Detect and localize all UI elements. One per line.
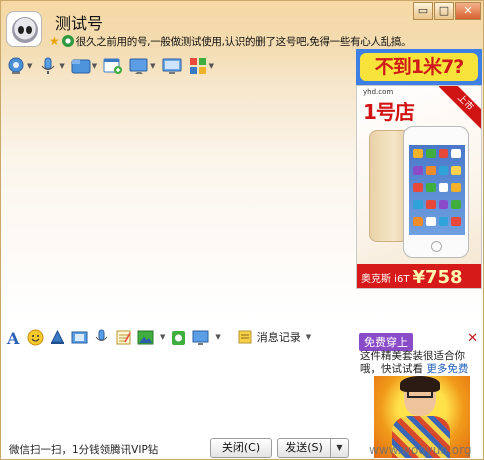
send-button[interactable]: 发送(S) [277, 438, 331, 458]
bottom-bar: 微信扫一扫，1分钱领腾讯VIP钻 关闭(C) 发送(S) ▼ [1, 435, 355, 459]
watermark: www.wooyun.org [369, 443, 472, 457]
vip-star-icon[interactable]: ★ [49, 34, 60, 48]
app-icon [425, 149, 436, 158]
font-icon[interactable]: A [5, 329, 22, 346]
svg-text:A: A [6, 329, 20, 346]
webcam-icon [8, 57, 24, 74]
screen-share-icon [129, 58, 148, 74]
app-icon [413, 166, 423, 175]
maximize-button[interactable]: □ [434, 2, 454, 20]
chat-window: 测试号 ★ 很久之前用的号,一般做测试使用,认识的删了这号吧,免得一些有心人乱搞… [0, 0, 484, 460]
message-history-label: 消息记录 [256, 331, 301, 344]
avatar-eye-right [26, 26, 32, 34]
app-add-button[interactable] [102, 55, 124, 77]
ad-close-icon[interactable]: ✕ [467, 331, 478, 346]
film-icon[interactable] [71, 329, 88, 346]
chat-toolbar: ▼ ▼ ▼ ▼ ▼ [5, 53, 215, 79]
image-icon[interactable] [137, 329, 154, 346]
chevron-down-icon[interactable]: ▼ [160, 333, 165, 341]
screen-capture-icon[interactable] [192, 329, 209, 346]
figure-hair [400, 376, 440, 392]
grid-icon [189, 58, 206, 74]
app-icon [438, 183, 449, 192]
message-history-area[interactable] [2, 83, 354, 325]
ad-model-name: 奥克斯 i6T [361, 273, 410, 285]
app-icon [413, 183, 423, 192]
ad-ribbon: 上市 [438, 86, 481, 130]
ad-description: 这件精美套装很适合你哦，快试试看 更多免费 [360, 350, 480, 376]
app-icon [438, 149, 449, 158]
ad-top-text: 不到1米7? [360, 53, 478, 81]
app-icon [451, 217, 461, 226]
chevron-down-icon[interactable]: ▼ [27, 62, 32, 70]
voice-icon[interactable] [93, 329, 110, 346]
avatar-face [12, 17, 38, 43]
screen-button[interactable] [161, 55, 183, 77]
ad-phone-banner[interactable]: yhd.com 1号店 上市 奥克斯 i6T ¥758 [356, 85, 482, 289]
message-history-button[interactable]: 消息记录 ▼ [238, 329, 311, 345]
close-button[interactable]: 关闭(C) [210, 438, 272, 458]
ad-banner-top[interactable]: 不到1米7? [356, 49, 482, 85]
signature-text: 很久之前用的号,一般做测试使用,认识的删了这号吧,免得一些有心人乱搞。 [75, 35, 412, 48]
gift-icon[interactable] [170, 329, 187, 346]
window-add-icon [103, 58, 123, 74]
app-icon [425, 183, 436, 192]
app-icon [451, 166, 461, 175]
app-icon [451, 200, 461, 209]
ad-bottom-panel[interactable]: 免费穿上 ✕ 这件精美套装很适合你哦，快试试看 更多免费 [356, 330, 482, 459]
app-icon [413, 149, 423, 158]
input-toolbar: A ▼ ▼ 消息记录 ▼ [5, 326, 355, 348]
contact-name[interactable]: 测试号 [55, 10, 103, 34]
app-icon [438, 166, 449, 175]
app-icon [438, 200, 449, 209]
chevron-down-icon[interactable]: ▼ [306, 333, 311, 341]
voice-call-button[interactable]: ▼ [37, 55, 65, 77]
remote-desktop-button[interactable]: ▼ [128, 55, 156, 77]
chevron-down-icon[interactable]: ▼ [92, 62, 97, 70]
video-call-button[interactable]: ▼ [5, 55, 33, 77]
window-controls: ▭ □ ✕ [413, 2, 481, 20]
apps-button[interactable]: ▼ [187, 55, 215, 77]
app-icon [413, 217, 423, 226]
app-icon [425, 166, 436, 175]
app-icon [438, 217, 449, 226]
app-icon [425, 200, 436, 209]
app-icon [413, 200, 423, 209]
send-file-button[interactable]: ▼ [70, 55, 98, 77]
monitor-icon [162, 58, 182, 74]
bell-icon[interactable] [49, 329, 66, 346]
chevron-down-icon[interactable]: ▼ [215, 333, 220, 341]
ad-site-label: yhd.com [363, 88, 394, 96]
send-options-button[interactable]: ▼ [331, 438, 349, 458]
ad-badge: 免费穿上 [359, 333, 413, 351]
signature-row: ★ 很久之前用的号,一般做测试使用,认识的删了这号吧,免得一些有心人乱搞。 [49, 33, 412, 49]
app-icon [451, 183, 461, 192]
note-icon[interactable] [115, 329, 132, 346]
ad-logo: 1号店 [363, 100, 415, 124]
ad-more-free-link[interactable]: 更多免费 [426, 363, 468, 375]
close-window-button[interactable]: ✕ [455, 2, 481, 20]
phone-screen [409, 145, 465, 235]
minimize-button[interactable]: ▭ [413, 2, 433, 20]
app-icon [451, 149, 461, 158]
title-bar: 测试号 ★ 很久之前用的号,一般做测试使用,认识的删了这号吧,免得一些有心人乱搞… [1, 1, 483, 51]
chevron-down-icon[interactable]: ▼ [150, 62, 155, 70]
microphone-icon [42, 57, 55, 74]
app-icon [425, 217, 436, 226]
phone-front-image [403, 126, 469, 258]
avatar-eye-left [18, 26, 24, 34]
qzone-icon[interactable] [61, 35, 74, 47]
folder-icon [71, 59, 91, 74]
phone-home-button [431, 241, 442, 252]
figure-glasses [407, 392, 433, 398]
vip-promo-link[interactable]: 微信扫一扫，1分钱领腾讯VIP钻 [9, 442, 158, 457]
avatar[interactable] [6, 11, 42, 47]
chevron-down-icon[interactable]: ▼ [59, 62, 64, 70]
message-input[interactable] [2, 349, 355, 435]
ad-price-bar: 奥克斯 i6T ¥758 [357, 264, 481, 288]
ad-price: ¥758 [412, 266, 463, 288]
chevron-down-icon[interactable]: ▼ [209, 62, 214, 70]
history-icon [238, 330, 252, 343]
smiley-icon[interactable] [27, 329, 44, 346]
